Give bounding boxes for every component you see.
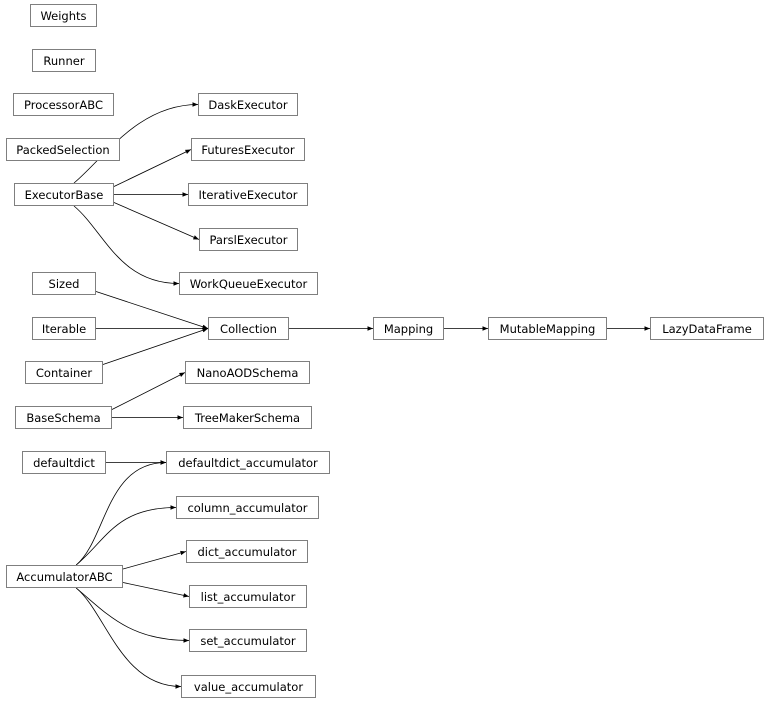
- class-node-iterable[interactable]: Iterable: [32, 317, 96, 340]
- inheritance-arrow: [122, 582, 190, 598]
- class-node-accumulatorabc[interactable]: AccumulatorABC: [6, 565, 123, 588]
- class-node-runner[interactable]: Runner: [32, 49, 96, 72]
- class-node-daskexecutor[interactable]: DaskExecutor: [198, 93, 298, 116]
- class-node-weights[interactable]: Weights: [30, 4, 97, 27]
- class-node-defaultdict[interactable]: defaultdict: [22, 451, 106, 474]
- class-node-treemakerschema[interactable]: TreeMakerSchema: [183, 406, 312, 429]
- inheritance-arrow: [75, 587, 190, 643]
- inheritance-arrow: [75, 460, 167, 566]
- class-node-value-accumulator[interactable]: value_accumulator: [181, 675, 316, 698]
- inheritance-arrow: [113, 149, 192, 187]
- inheritance-arrow: [75, 587, 182, 689]
- inheritance-edges: [73, 102, 650, 689]
- class-node-processorabc[interactable]: ProcessorABC: [13, 93, 114, 116]
- class-node-mutablemapping[interactable]: MutableMapping: [488, 317, 607, 340]
- class-node-workqueueexecutor[interactable]: WorkQueueExecutor: [179, 272, 318, 295]
- class-node-lazydataframe[interactable]: LazyDataFrame: [650, 317, 764, 340]
- class-node-sized[interactable]: Sized: [32, 272, 96, 295]
- inheritance-arrow: [102, 328, 209, 365]
- inheritance-arrow: [75, 505, 177, 566]
- class-node-iterativeexecutor[interactable]: IterativeExecutor: [188, 183, 308, 206]
- class-node-packedselection[interactable]: PackedSelection: [6, 138, 120, 161]
- class-node-container[interactable]: Container: [25, 361, 103, 384]
- class-node-mapping[interactable]: Mapping: [373, 317, 444, 340]
- class-node-dict-accumulator[interactable]: dict_accumulator: [186, 540, 308, 563]
- class-node-collection[interactable]: Collection: [208, 317, 289, 340]
- inheritance-arrow: [95, 291, 209, 329]
- inheritance-arrow: [113, 202, 200, 240]
- class-node-executorbase[interactable]: ExecutorBase: [14, 183, 114, 206]
- class-node-column-accumulator[interactable]: column_accumulator: [176, 496, 319, 519]
- inheritance-arrow: [122, 550, 187, 570]
- class-node-nanoaodschema[interactable]: NanoAODSchema: [185, 361, 310, 384]
- class-node-parslexecutor[interactable]: ParslExecutor: [199, 228, 298, 251]
- class-node-set-accumulator[interactable]: set_accumulator: [189, 629, 307, 652]
- class-node-futuresexecutor[interactable]: FuturesExecutor: [191, 138, 305, 161]
- class-node-defaultdict-accumulator[interactable]: defaultdict_accumulator: [166, 451, 330, 474]
- inheritance-arrow: [111, 372, 186, 410]
- class-node-list-accumulator[interactable]: list_accumulator: [189, 585, 307, 608]
- class-node-baseschema[interactable]: BaseSchema: [15, 406, 112, 429]
